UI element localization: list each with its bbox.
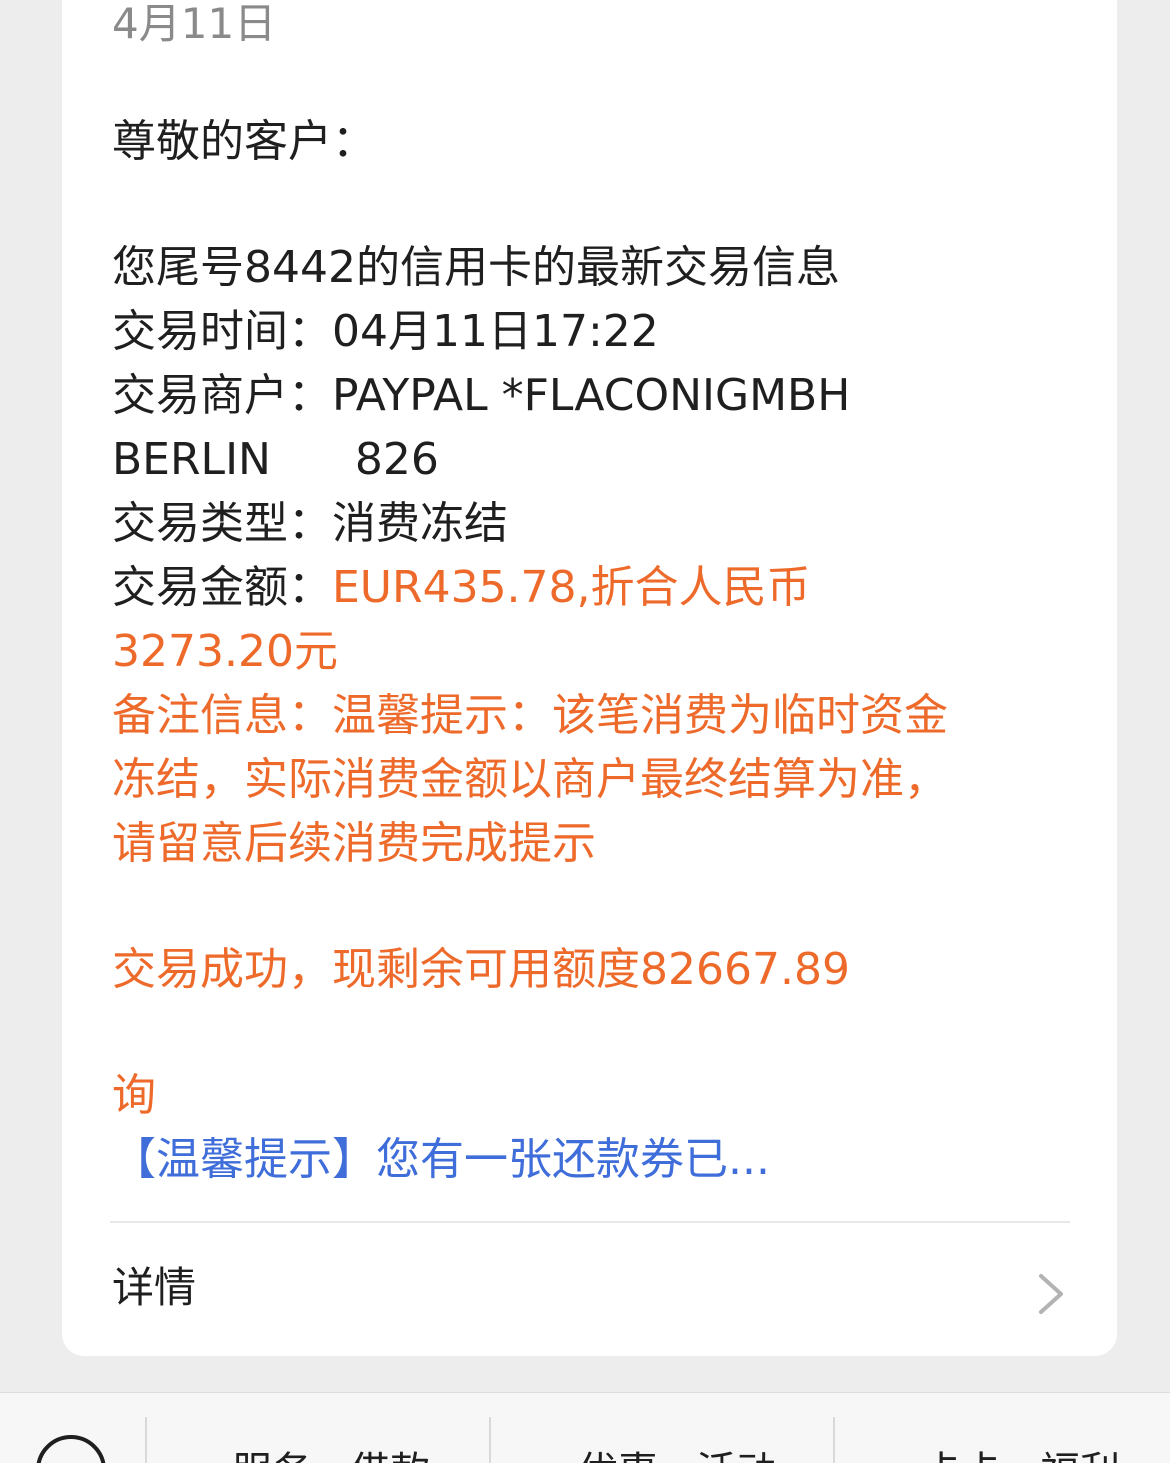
transaction-merchant-row: 交易商户：PAYPAL *FLACONIGMBH — [112, 364, 850, 428]
menu-separator — [145, 1417, 147, 1463]
menu-item-offers[interactable]: 优惠 · 活动 — [578, 1447, 776, 1463]
note-line-1: 备注信息：温馨提示：该笔消费为临时资金 — [112, 690, 948, 741]
message-date: 4月11日 — [112, 0, 277, 48]
transaction-merchant-value-line2: BERLIN 826 — [112, 434, 439, 485]
bottom-menu-bar: 服务 · 借款 优惠 · 活动 卡卡 · 福利 — [0, 1392, 1170, 1463]
transaction-merchant-label: 交易商户： — [112, 370, 332, 421]
keyboard-toggle-icon[interactable] — [36, 1435, 106, 1463]
transaction-result-text: 交易成功，现剩余可用额度82667.89 — [112, 944, 850, 995]
note-line-3: 请留意后续消费完成提示 — [112, 818, 596, 869]
details-button[interactable]: 详情 — [62, 1228, 1117, 1348]
promo-link[interactable]: 【温馨提示】您有一张还款券已... — [112, 1128, 770, 1192]
details-label: 详情 — [112, 1263, 197, 1312]
chevron-right-icon — [1039, 1274, 1063, 1314]
transaction-amount-value-line2: 3273.20元 — [112, 626, 338, 677]
note-line-2: 冻结，实际消费金额以商户最终结算为准， — [112, 754, 948, 805]
transaction-amount-label: 交易金额： — [112, 562, 332, 613]
menu-item-benefits[interactable]: 卡卡 · 福利 — [922, 1447, 1120, 1463]
query-link[interactable]: 询 — [112, 1064, 156, 1128]
message-screen: 4月11日 尊敬的客户： 您尾号8442的信用卡的最新交易信息 交易时间：04月… — [0, 0, 1170, 1463]
transaction-type-row: 交易类型：消费冻结 — [112, 492, 508, 556]
transaction-merchant-value: PAYPAL *FLACONIGMBH — [332, 370, 851, 421]
transaction-amount-row: 交易金额：EUR435.78,折合人民币 — [112, 556, 811, 620]
transaction-amount-value: EUR435.78,折合人民币 — [332, 562, 811, 613]
menu-item-services[interactable]: 服务 · 借款 — [232, 1447, 430, 1463]
transaction-type-value: 消费冻结 — [332, 498, 508, 549]
details-divider — [110, 1221, 1070, 1223]
menu-separator — [489, 1417, 491, 1463]
transaction-time-row: 交易时间：04月11日17:22 — [112, 300, 659, 364]
transaction-type-label: 交易类型： — [112, 498, 332, 549]
greeting-text: 尊敬的客户： — [112, 116, 376, 167]
intro-text: 您尾号8442的信用卡的最新交易信息 — [112, 242, 840, 293]
transaction-time-value: 04月11日17:22 — [332, 306, 659, 357]
transaction-time-label: 交易时间： — [112, 306, 332, 357]
menu-separator — [833, 1417, 835, 1463]
